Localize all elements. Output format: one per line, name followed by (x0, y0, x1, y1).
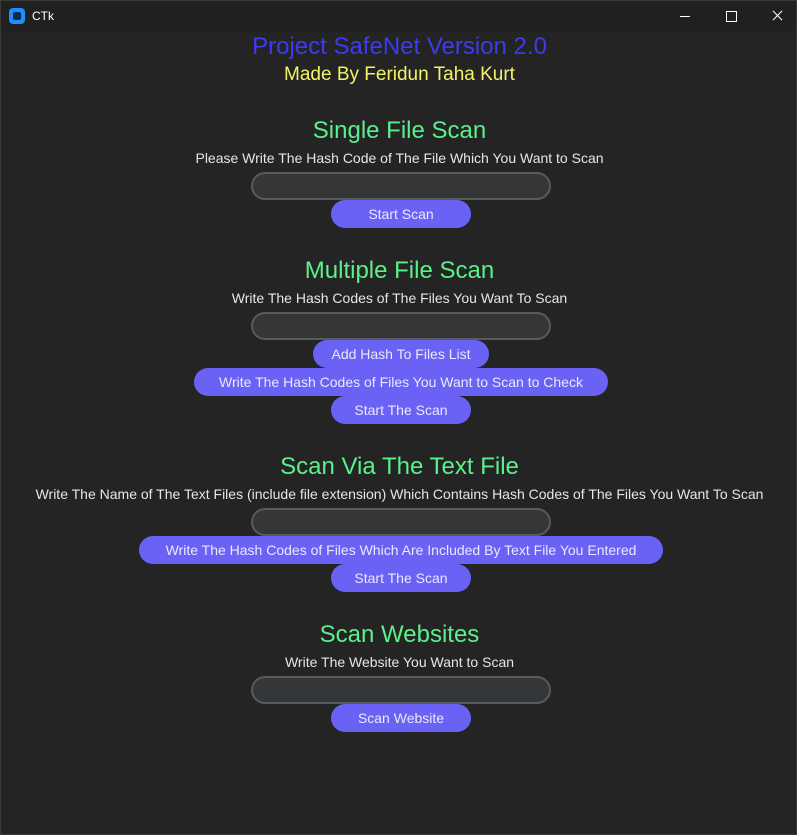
text-file-scan-instruction: Write The Name of The Text Files (includ… (35, 486, 764, 502)
minimize-icon (680, 16, 690, 17)
text-file-scan-title: Scan Via The Text File (280, 453, 519, 480)
multiple-scan-instruction: Write The Hash Codes of The Files You Wa… (231, 290, 568, 306)
minimize-button[interactable] (662, 1, 708, 31)
check-text-file-hashes-button[interactable]: Write The Hash Codes of Files Which Are … (139, 536, 663, 564)
single-scan-title: Single File Scan (312, 117, 487, 144)
multiple-scan-title: Multiple File Scan (304, 257, 495, 284)
scan-website-button[interactable]: Scan Website (331, 704, 471, 732)
maximize-icon (726, 11, 737, 22)
check-hashes-button[interactable]: Write The Hash Codes of Files You Want t… (194, 368, 608, 396)
window-title: CTk (32, 9, 54, 23)
website-scan-instruction: Write The Website You Want to Scan (284, 654, 515, 670)
website-input[interactable] (251, 676, 551, 704)
add-hash-button[interactable]: Add Hash To Files List (313, 340, 489, 368)
app-window: CTk Project SafeNet Version 2.0 Made By … (0, 0, 797, 835)
start-text-file-scan-button[interactable]: Start The Scan (331, 564, 471, 592)
app-title: Project SafeNet Version 2.0 (252, 33, 547, 60)
app-author: Made By Feridun Taha Kurt (284, 64, 515, 85)
maximize-button[interactable] (708, 1, 754, 31)
ctk-app-icon (9, 8, 25, 24)
start-multiple-scan-button[interactable]: Start The Scan (331, 396, 471, 424)
app-icon-inner (13, 12, 21, 20)
start-scan-button[interactable]: Start Scan (331, 200, 471, 228)
close-button[interactable] (754, 1, 797, 31)
single-scan-instruction: Please Write The Hash Code of The File W… (195, 150, 604, 166)
single-hash-input[interactable] (251, 172, 551, 200)
multiple-hash-input[interactable] (251, 312, 551, 340)
website-scan-title: Scan Websites (319, 621, 480, 648)
text-file-name-input[interactable] (251, 508, 551, 536)
title-bar: CTk (1, 1, 796, 31)
